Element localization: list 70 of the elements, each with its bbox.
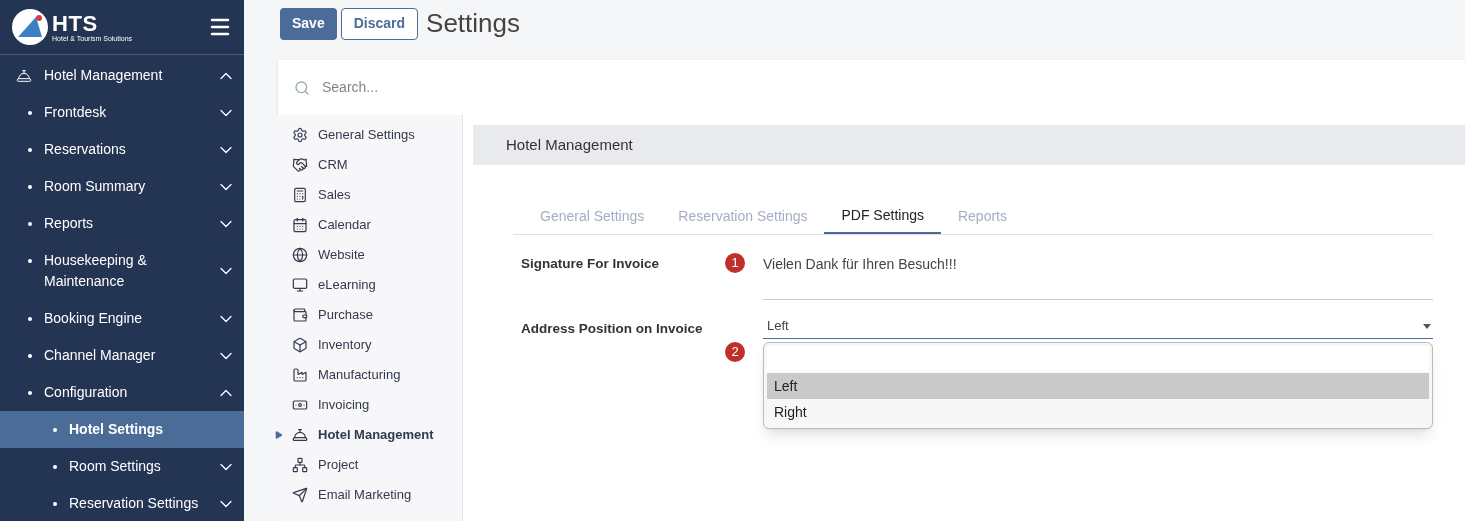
search-field[interactable]: Search... (322, 77, 1449, 98)
bullet-icon (28, 222, 32, 226)
gear-icon (292, 127, 308, 143)
bullet-icon (28, 391, 32, 395)
save-button[interactable]: Save (280, 7, 337, 40)
tab[interactable]: PDF Settings (824, 198, 941, 234)
sidebar-item[interactable]: Booking Engine (0, 300, 244, 337)
sidebar-item[interactable]: Reservation Settings (0, 485, 244, 521)
dropdown-option[interactable]: Right (767, 399, 1429, 425)
panel-header: Hotel Management (473, 125, 1465, 165)
settings-nav-item[interactable]: Email Marketing (278, 480, 462, 510)
signature-field[interactable]: Vielen Dank für Ihren Besuch!!! (763, 249, 1433, 300)
bullet-icon (28, 185, 32, 189)
bullet-icon (28, 354, 32, 358)
bullet-icon (28, 111, 32, 115)
bullet-icon (53, 465, 57, 469)
paper-plane-icon (292, 487, 308, 503)
step-badge: 1 (725, 253, 745, 273)
bullet-icon (28, 317, 32, 321)
box-icon (292, 337, 308, 353)
settings-nav-item[interactable]: Website (278, 240, 462, 270)
settings-nav-item[interactable]: Manufacturing (278, 360, 462, 390)
network-icon (292, 457, 308, 473)
sidebar-item[interactable]: Hotel Management (0, 57, 244, 94)
sidebar-item[interactable]: Frontdesk (0, 94, 244, 131)
bullet-icon (53, 428, 57, 432)
settings-nav-item[interactable]: eLearning (278, 270, 462, 300)
settings-nav-item[interactable]: Project (278, 450, 462, 480)
settings-nav-item[interactable]: CRM (278, 150, 462, 180)
settings-nav-item[interactable]: Purchase (278, 300, 462, 330)
settings-nav-item[interactable]: Invoicing (278, 390, 462, 420)
bullet-icon (28, 259, 32, 263)
discard-button[interactable]: Discard (340, 7, 419, 40)
search-icon (294, 79, 310, 96)
bullet-icon (53, 502, 57, 506)
page-title: Settings (426, 7, 520, 40)
settings-nav-item[interactable]: Inventory (278, 330, 462, 360)
selected-marker-icon (275, 431, 283, 439)
sidebar-item[interactable]: Room Summary (0, 168, 244, 205)
calendar-icon (292, 217, 308, 233)
sidebar-item[interactable]: Hotel Settings (0, 411, 244, 448)
logo-text: HTS (52, 12, 99, 35)
field-label: Address Position on Invoice (521, 320, 703, 338)
settings-nav-item[interactable]: General Settings (278, 120, 462, 150)
caret-icon (1423, 323, 1431, 329)
bell-icon (292, 427, 308, 443)
sidebar-item[interactable]: Channel Manager (0, 337, 244, 374)
field-label: Signature For Invoice (521, 255, 660, 273)
search-bar[interactable]: Search... (278, 60, 1465, 115)
settings-nav-item[interactable]: Sales (278, 180, 462, 210)
logo-mark-icon (12, 9, 48, 45)
sidebar-item[interactable]: Housekeeping & Maintenance (0, 242, 244, 300)
select-field[interactable]: Left (763, 314, 1433, 339)
bell-icon (16, 67, 32, 84)
dropdown-option[interactable]: Left (767, 373, 1429, 399)
settings-nav-item[interactable]: Calendar (278, 210, 462, 240)
globe-icon (292, 247, 308, 263)
monitor-icon (292, 277, 308, 293)
sidebar-item[interactable]: Reports (0, 205, 244, 242)
dropdown-search-field[interactable] (767, 346, 1429, 372)
bullet-icon (28, 148, 32, 152)
calculator-icon (292, 187, 308, 203)
settings-nav-item[interactable]: Hotel Management (278, 420, 462, 450)
sidebar-item[interactable]: Configuration (0, 374, 244, 411)
step-badge: 2 (725, 342, 745, 362)
handshake-icon (292, 157, 308, 173)
factory-icon (292, 367, 308, 383)
sidebar-item[interactable]: Room Settings (0, 448, 244, 485)
wallet-icon (292, 307, 308, 323)
sidebar-item[interactable]: Reservations (0, 131, 244, 168)
